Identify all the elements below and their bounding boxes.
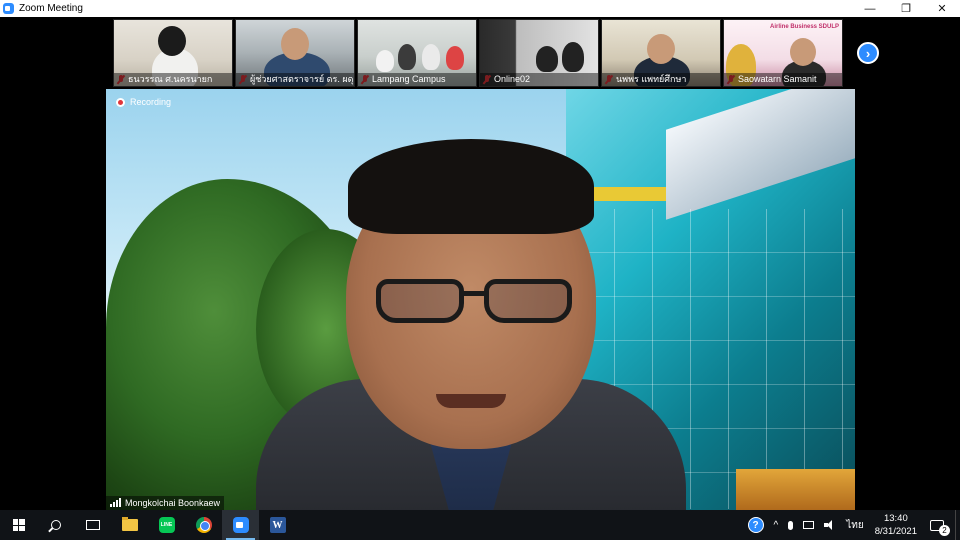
- taskbar-chrome[interactable]: [185, 510, 222, 540]
- clock-time: 13:40: [883, 513, 908, 524]
- glasses-lens: [376, 279, 464, 323]
- taskbar-word[interactable]: W: [259, 510, 296, 540]
- close-button[interactable]: ✕: [924, 0, 960, 17]
- windows-taskbar: LINE W ? ^ ไทย 13:40 8/31/2021 2: [0, 510, 960, 540]
- participant-name: ผู้ช่วยศาสตราจารย์ ดร. ผดุง ...: [236, 73, 354, 86]
- microphone-tray[interactable]: [788, 520, 794, 530]
- window-titlebar: Zoom Meeting — ❐ ✕: [0, 0, 960, 17]
- participant-head: [647, 34, 675, 64]
- participant-thumbnail[interactable]: Airline Business SDULP Saowatarn Samanit: [723, 19, 843, 87]
- recording-indicator: Recording: [116, 97, 171, 107]
- line-app-icon: LINE: [158, 517, 175, 533]
- participant-name: Lampang Campus: [358, 73, 476, 86]
- participant-figure: [446, 46, 464, 70]
- recording-dot-icon: [116, 97, 125, 107]
- file-explorer-icon: [121, 517, 138, 531]
- start-button[interactable]: [0, 510, 37, 540]
- network-tray[interactable]: [803, 521, 815, 529]
- recording-label: Recording: [130, 97, 172, 107]
- glasses-bridge: [462, 291, 486, 296]
- chrome-icon: [195, 517, 212, 533]
- input-language[interactable]: ไทย: [846, 518, 863, 533]
- search-button[interactable]: [37, 510, 74, 540]
- participant-thumbnail[interactable]: นพพร แพทย์ศึกษา: [601, 19, 721, 87]
- participant-name: นพพร แพทย์ศึกษา: [602, 73, 720, 86]
- task-view-icon: [85, 520, 100, 530]
- speaker-name: Mongkolchai Boonkaew: [125, 498, 221, 508]
- participant-name: Online02: [480, 73, 598, 86]
- network-icon: [803, 521, 815, 529]
- clock-date: 8/31/2021: [874, 526, 917, 537]
- window-title: Zoom Meeting: [19, 3, 83, 14]
- help-icon: ?: [747, 517, 764, 533]
- clock[interactable]: 13:40 8/31/2021: [875, 512, 917, 538]
- windows-logo-icon: [12, 519, 25, 531]
- participant-thumbnail[interactable]: ธนวรรณ ศ.นครนายก: [113, 19, 233, 87]
- presenter-hair: [348, 139, 594, 234]
- participant-figure: [422, 44, 440, 70]
- active-speaker-video: Recording Mongkolchai Boonkaew: [106, 89, 855, 510]
- volume-tray[interactable]: [824, 520, 836, 530]
- participant-head: [281, 28, 309, 60]
- background-flowers: [736, 469, 855, 510]
- minimize-button[interactable]: —: [852, 0, 888, 17]
- notification-icon: 2: [930, 519, 950, 536]
- zoom-app-icon: [3, 3, 14, 14]
- participant-thumbnail[interactable]: Lampang Campus: [357, 19, 477, 87]
- presenter-mouth: [436, 394, 506, 408]
- notification-count-badge: 2: [939, 524, 950, 536]
- participant-head: [790, 38, 816, 66]
- action-center-button[interactable]: 2: [930, 519, 950, 536]
- next-page-button[interactable]: ›: [857, 42, 879, 64]
- meeting-area: ธนวรรณ ศ.นครนายก ผู้ช่วยศาสตราจารย์ ดร. …: [0, 17, 960, 510]
- participant-thumbnail-strip: ธนวรรณ ศ.นครนายก ผู้ช่วยศาสตราจารย์ ดร. …: [113, 19, 843, 87]
- word-app-icon: W: [269, 517, 286, 533]
- participant-name: Saowatarn Samanit: [724, 73, 842, 86]
- taskbar-line[interactable]: LINE: [148, 510, 185, 540]
- speaker-icon: [824, 520, 836, 530]
- participant-thumbnail[interactable]: Online02: [479, 19, 599, 87]
- task-view-button[interactable]: [74, 510, 111, 540]
- zoom-help-tray[interactable]: ?: [747, 517, 764, 533]
- participant-figure: [398, 44, 416, 70]
- participant-head: [158, 26, 186, 56]
- participant-figure: [536, 46, 558, 72]
- taskbar-zoom[interactable]: [222, 510, 259, 540]
- show-hidden-icons-button[interactable]: ^: [774, 520, 779, 531]
- glasses-lens: [484, 279, 572, 323]
- presenter-figure: [236, 129, 706, 510]
- zoom-app-icon: [232, 517, 249, 533]
- speaker-name-tag: Mongkolchai Boonkaew: [106, 496, 225, 510]
- window-controls: — ❐ ✕: [852, 0, 960, 17]
- virtual-background-banner: Airline Business SDULP: [770, 24, 840, 30]
- show-desktop-button[interactable]: [955, 510, 960, 540]
- presenter-glasses: [376, 279, 576, 323]
- connection-signal-icon: [110, 498, 121, 507]
- taskbar-file-explorer[interactable]: [111, 510, 148, 540]
- microphone-icon: [788, 520, 794, 530]
- restore-button[interactable]: ❐: [888, 0, 924, 17]
- search-icon: [50, 520, 61, 530]
- system-tray: ? ^ ไทย 13:40 8/31/2021 2: [743, 510, 960, 540]
- participant-figure: [376, 50, 394, 72]
- participant-thumbnail[interactable]: ผู้ช่วยศาสตราจารย์ ดร. ผดุง ...: [235, 19, 355, 87]
- participant-figure: [562, 42, 584, 72]
- participant-name: ธนวรรณ ศ.นครนายก: [114, 73, 232, 86]
